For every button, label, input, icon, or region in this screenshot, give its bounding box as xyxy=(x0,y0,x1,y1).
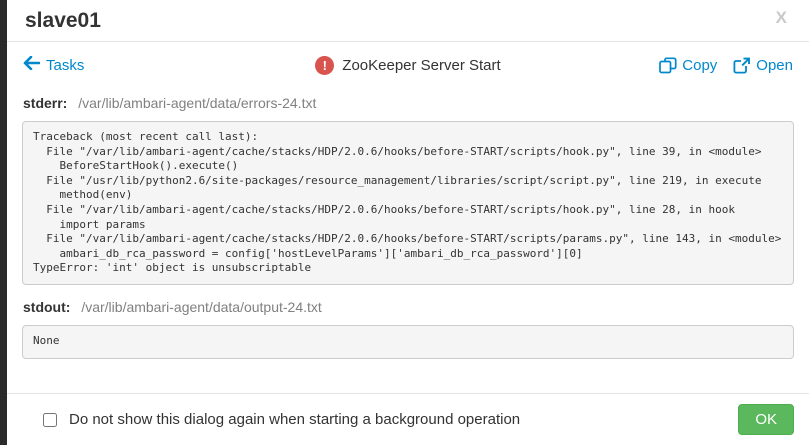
stderr-path: /var/lib/ambari-agent/data/errors-24.txt xyxy=(78,95,316,111)
ok-button[interactable]: OK xyxy=(738,404,794,435)
arrow-left-icon xyxy=(23,56,40,74)
do-not-show-checkbox[interactable] xyxy=(43,413,57,427)
stderr-row: stderr: /var/lib/ambari-agent/data/error… xyxy=(7,95,809,111)
dialog-header: slave01 X xyxy=(7,0,809,42)
open-button[interactable]: Open xyxy=(733,57,793,74)
external-link-icon xyxy=(733,57,751,74)
dialog-title: slave01 xyxy=(25,8,791,34)
task-detail-dialog: slave01 X Tasks ! ZooKeeper Server Start xyxy=(7,0,809,445)
toolbar-actions: Copy Open xyxy=(659,57,793,74)
stderr-label: stderr: xyxy=(23,95,67,111)
dialog-footer: Do not show this dialog again when start… xyxy=(7,393,809,445)
stdout-log-box: None xyxy=(22,325,794,359)
copy-label: Copy xyxy=(682,57,717,74)
stderr-log-box: Traceback (most recent call last): File … xyxy=(22,121,794,285)
copy-button[interactable]: Copy xyxy=(659,57,717,74)
stdout-row: stdout: /var/lib/ambari-agent/data/outpu… xyxy=(7,299,809,315)
copy-icon xyxy=(659,57,677,74)
stdout-label: stdout: xyxy=(23,299,70,315)
close-icon[interactable]: X xyxy=(776,8,787,28)
back-to-tasks-link[interactable]: Tasks xyxy=(23,56,84,74)
open-label: Open xyxy=(756,57,793,74)
back-link-label: Tasks xyxy=(46,57,84,74)
do-not-show-label: Do not show this dialog again when start… xyxy=(69,411,520,428)
task-title: ZooKeeper Server Start xyxy=(342,57,500,74)
error-status-icon: ! xyxy=(315,56,334,75)
do-not-show-option[interactable]: Do not show this dialog again when start… xyxy=(43,411,520,428)
stdout-path: /var/lib/ambari-agent/data/output-24.txt xyxy=(81,299,321,315)
task-toolbar: Tasks ! ZooKeeper Server Start Copy xyxy=(7,42,809,87)
